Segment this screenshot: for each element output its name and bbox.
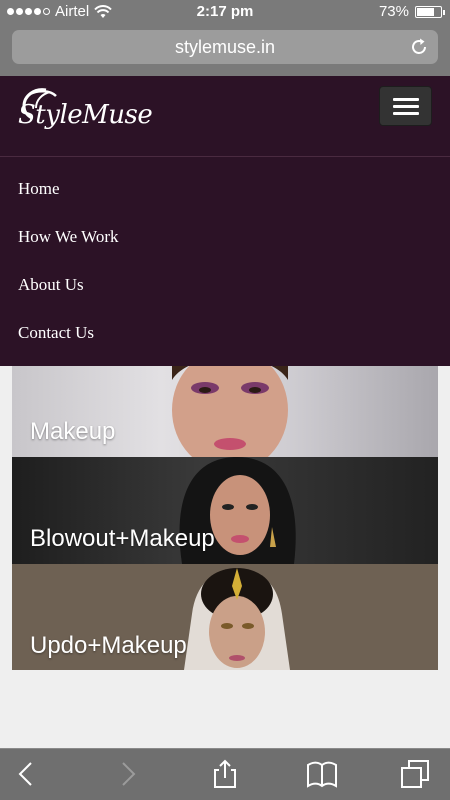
back-icon[interactable] [12, 759, 42, 789]
address-bar[interactable]: stylemuse.in [12, 30, 438, 64]
nav-item-how-we-work[interactable]: How We Work [18, 227, 119, 247]
url-text: stylemuse.in [174, 37, 276, 57]
logo-text: StyleMuse [18, 100, 153, 130]
service-blowout-makeup[interactable]: Blowout+Makeup [12, 457, 438, 564]
service-updo-makeup[interactable]: Updo+Makeup [12, 564, 438, 670]
browser-chrome: Airtel 2:17 pm 73% stylemuse.in [0, 0, 450, 76]
service-label: Updo+Makeup [30, 632, 187, 659]
service-makeup[interactable]: Makeup [12, 366, 438, 457]
nav-item-about-us[interactable]: About Us [18, 275, 84, 295]
status-bar: Airtel 2:17 pm 73% [0, 0, 450, 24]
reload-icon[interactable] [408, 36, 430, 58]
service-label: Blowout+Makeup [30, 525, 215, 552]
site-header: StyleMuse [0, 76, 450, 156]
bookmarks-icon[interactable] [305, 759, 339, 789]
browser-toolbar [0, 748, 450, 800]
main-nav: Home How We Work About Us Contact Us [0, 156, 450, 366]
model-photo [184, 568, 290, 670]
share-icon[interactable] [210, 759, 240, 789]
model-photo [172, 366, 288, 457]
tabs-icon[interactable] [400, 759, 430, 789]
nav-item-home[interactable]: Home [18, 179, 60, 199]
menu-toggle-button[interactable] [379, 86, 432, 126]
battery-icon [415, 5, 445, 18]
nav-item-contact-us[interactable]: Contact Us [18, 323, 94, 343]
service-label: Makeup [30, 418, 116, 445]
forward-icon[interactable] [112, 759, 142, 789]
battery-percent: 73% [378, 3, 409, 20]
